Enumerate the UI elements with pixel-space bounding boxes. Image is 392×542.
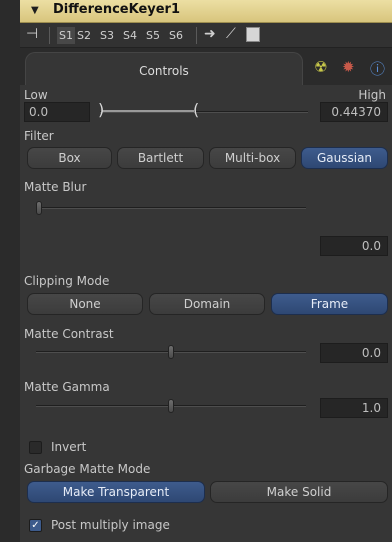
filter-label: Filter [24,129,54,143]
pin-icon[interactable]: ⊣ [26,26,38,42]
low-value-field[interactable]: 0.0 [24,102,90,122]
slot-s3[interactable]: S3 [100,29,114,42]
toolbar-separator [49,27,50,44]
low-label: Low [24,88,48,102]
toolbar-separator [196,27,197,44]
filter-multibox-button[interactable]: Multi-box [209,147,296,169]
matte-blur-handle[interactable] [36,201,42,215]
matte-gamma-value-field[interactable]: 1.0 [320,398,388,418]
post-multiply-label: Post multiply image [51,518,170,532]
slot-s4[interactable]: S4 [123,29,137,42]
link-icon[interactable]: ⟋ [226,26,236,42]
info-icon[interactable]: ⓘ [370,58,385,79]
range-low-handle[interactable]: ) [98,100,104,119]
tab-controls[interactable]: Controls [25,52,303,85]
matte-gamma-handle[interactable] [168,399,174,413]
matte-gamma-label: Matte Gamma [24,380,110,394]
matte-contrast-handle[interactable] [168,345,174,359]
clipping-none-button[interactable]: None [27,293,143,315]
slot-s1[interactable]: S1 [57,27,75,44]
arrow-right-icon[interactable]: ➜ [204,26,216,42]
filter-box-button[interactable]: Box [27,147,112,169]
tool-header[interactable]: ▼ DifferenceKeyer1 [20,0,392,23]
range-high-handle[interactable]: ( [193,100,199,119]
tab-row: Controls ☢ ✹ ⓘ [20,48,392,85]
clipping-domain-button[interactable]: Domain [149,293,265,315]
gear-icon[interactable]: ✹ [342,58,355,76]
save-icon[interactable] [246,27,260,42]
make-solid-button[interactable]: Make Solid [210,481,388,503]
slot-s6[interactable]: S6 [169,29,183,42]
clipping-frame-button[interactable]: Frame [271,293,388,315]
slot-s2[interactable]: S2 [77,29,91,42]
radiation-icon[interactable]: ☢ [314,58,327,76]
garbage-matte-label: Garbage Matte Mode [24,462,151,476]
matte-contrast-value-field[interactable]: 0.0 [320,343,388,363]
matte-blur-value-field[interactable]: 0.0 [320,236,388,256]
tool-title: DifferenceKeyer1 [53,2,181,17]
filter-gaussian-button[interactable]: Gaussian [301,147,388,169]
matte-contrast-label: Matte Contrast [24,327,114,341]
matte-blur-label: Matte Blur [24,180,87,194]
range-slider-fill [102,110,194,112]
matte-blur-slider[interactable] [36,207,306,209]
tab-controls-label: Controls [139,64,189,78]
controls-panel: Low High 0.0 ) ( 0.44370 Filter Box Bart… [20,85,392,542]
slot-s5[interactable]: S5 [146,29,160,42]
make-transparent-button[interactable]: Make Transparent [27,481,205,503]
clipping-mode-label: Clipping Mode [24,274,110,288]
filter-bartlett-button[interactable]: Bartlett [117,147,204,169]
high-label: High [358,88,386,102]
high-value-field[interactable]: 0.44370 [320,102,388,122]
post-multiply-checkbox[interactable]: ✓ [29,519,42,532]
collapse-triangle-icon[interactable]: ▼ [31,5,39,16]
tool-toolbar: ⊣ S1 S2 S3 S4 S5 S6 ➜ ⟋ [20,23,392,48]
invert-checkbox[interactable] [29,441,42,454]
invert-label: Invert [51,440,87,454]
